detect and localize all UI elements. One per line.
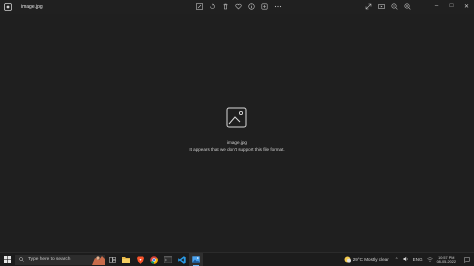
edit-image-icon[interactable] (195, 2, 204, 11)
terminal-icon[interactable] (161, 253, 175, 266)
delete-icon[interactable] (221, 2, 230, 11)
minimize-button[interactable]: – (429, 0, 444, 12)
speaker-icon[interactable] (403, 256, 409, 263)
unsupported-image-icon (226, 107, 247, 128)
file-name-label: image.jpg (227, 140, 247, 145)
weather-status[interactable]: 29°C Mostly clear (353, 257, 389, 262)
unsupported-format-message: It appears that we don't support this fi… (189, 147, 285, 152)
brave-browser-icon[interactable] (133, 253, 147, 266)
close-button[interactable]: ✕ (459, 0, 474, 12)
notification-center-icon[interactable] (462, 256, 472, 263)
file-explorer-icon[interactable] (119, 253, 133, 266)
chrome-icon[interactable] (147, 253, 161, 266)
toolbar (195, 2, 282, 11)
clock-date: 08-05-2022 (436, 259, 456, 264)
taskbar-clock[interactable]: 10:57 PM 08-05-2022 (437, 256, 456, 264)
zoom-in-icon[interactable] (403, 2, 412, 11)
zoom-out-icon[interactable] (390, 2, 399, 11)
windows-logo-icon (3, 256, 11, 263)
start-button[interactable] (0, 253, 14, 266)
slideshow-icon[interactable] (377, 2, 386, 11)
maximize-button[interactable]: □ (444, 0, 459, 12)
search-placeholder: Type here to search (28, 257, 71, 262)
photos-app-icon[interactable] (189, 253, 203, 266)
window-controls: – □ ✕ (429, 0, 474, 12)
favorite-icon[interactable] (234, 2, 243, 11)
photos-app-logo-icon (4, 3, 12, 11)
search-icon (19, 257, 24, 262)
wifi-icon[interactable] (426, 257, 433, 263)
title-bar: image.jpg – □ ✕ (0, 0, 474, 14)
system-tray: 29°C Mostly clear ⌃ ENG 10:57 PM 08-05-2… (344, 253, 474, 266)
task-view-icon[interactable] (105, 253, 119, 266)
language-indicator[interactable]: ENG (413, 257, 423, 262)
more-options-icon[interactable] (260, 2, 269, 11)
taskbar-search-box[interactable]: Type here to search (15, 254, 105, 265)
vscode-icon[interactable] (175, 253, 189, 266)
fullscreen-icon[interactable] (364, 2, 373, 11)
taskbar: Type here to search 29°C Mostly clear ⌃ (0, 252, 474, 266)
rotate-icon[interactable] (208, 2, 217, 11)
image-viewer-area: image.jpg It appears that we don't suppo… (0, 14, 474, 252)
more-icon[interactable] (273, 2, 282, 11)
view-controls (364, 2, 412, 11)
window-title: image.jpg (21, 4, 43, 10)
weather-moon-icon (344, 256, 351, 263)
info-icon[interactable] (247, 2, 256, 11)
search-highlight-icon (92, 255, 105, 265)
chevron-up-icon[interactable]: ⌃ (395, 257, 399, 263)
